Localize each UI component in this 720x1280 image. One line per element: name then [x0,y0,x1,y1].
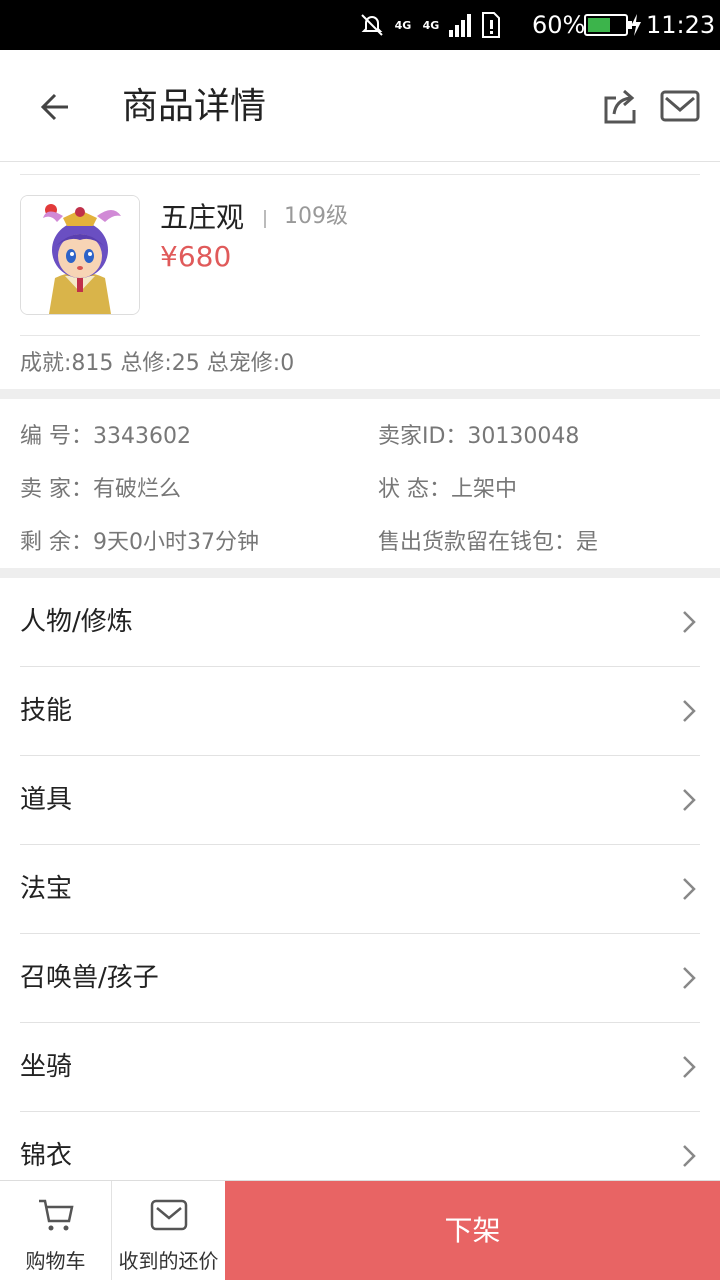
info-seller-id: 卖家ID：30130048 [378,424,580,449]
mail-icon [150,1199,187,1231]
cart-icon [38,1199,74,1231]
name-level-separator [264,210,266,228]
share-icon[interactable] [598,84,642,128]
info-remaining: 剩 余：9天0小时37分钟 [20,530,259,555]
mute-notification-icon [361,14,383,36]
battery-icon [584,14,632,36]
chevron-right-icon [683,789,696,811]
category-row-skills[interactable]: 技能 [20,667,700,756]
category-label: 召唤兽/孩子 [20,963,159,993]
chevron-right-icon [683,611,696,633]
info-seller: 卖 家：有破烂么 [20,477,181,502]
status-bar: 4G 4G 60% 11:23 [0,0,720,50]
divider [20,335,700,336]
cart-label: 购物车 [25,1249,86,1273]
category-label: 坐骑 [20,1052,73,1082]
sim-alert-icon [482,12,500,38]
back-arrow-icon[interactable] [30,82,80,132]
battery-percent: 60% [532,11,586,39]
category-row-mounts[interactable]: 坐骑 [20,1023,700,1112]
character-avatar-icon [21,196,139,314]
category-label: 人物/修炼 [20,607,133,637]
product-avatar [20,195,140,315]
category-row-character[interactable]: 人物/修炼 [20,578,700,667]
app-header: 商品详情 [0,50,720,162]
product-price: ¥680 [160,240,232,273]
chevron-right-icon [683,1145,696,1167]
category-label: 法宝 [20,874,73,904]
chevron-right-icon [683,1056,696,1078]
battery-fill [588,18,610,32]
bottom-action-bar: 购物车 收到的还价 下架 [0,1180,720,1280]
section-gap [0,389,720,399]
network-type-right: 4G [422,18,440,32]
charging-icon [631,14,641,36]
received-offers-label: 收到的还价 [118,1249,219,1273]
info-id: 编 号：3343602 [20,424,191,449]
category-row-summons[interactable]: 召唤兽/孩子 [20,934,700,1023]
category-row-items[interactable]: 道具 [20,756,700,845]
received-offers-button[interactable]: 收到的还价 [112,1181,225,1280]
cart-button[interactable]: 购物车 [0,1181,112,1280]
status-icons: 4G 4G [358,10,502,40]
chevron-right-icon [683,700,696,722]
product-level: 109级 [284,204,348,229]
mail-icon[interactable] [658,84,702,128]
category-label: 锦衣 [20,1141,73,1171]
chevron-right-icon [683,878,696,900]
info-wallet: 售出货款留在钱包：是 [378,530,599,555]
delist-button[interactable]: 下架 [225,1181,720,1280]
chevron-right-icon [683,967,696,989]
product-name: 五庄观 [160,201,245,234]
category-label: 道具 [20,785,73,815]
product-stats: 成就:815 总修:25 总宠修:0 [20,351,295,376]
page-title: 商品详情 [122,86,267,127]
network-type-left: 4G [394,18,412,32]
category-label: 技能 [20,696,73,726]
divider [20,174,700,175]
signal-icon [449,14,471,37]
clock: 11:23 [646,11,716,39]
info-status: 状 态：上架中 [378,477,517,502]
section-gap [0,568,720,578]
category-row-treasures[interactable]: 法宝 [20,845,700,934]
